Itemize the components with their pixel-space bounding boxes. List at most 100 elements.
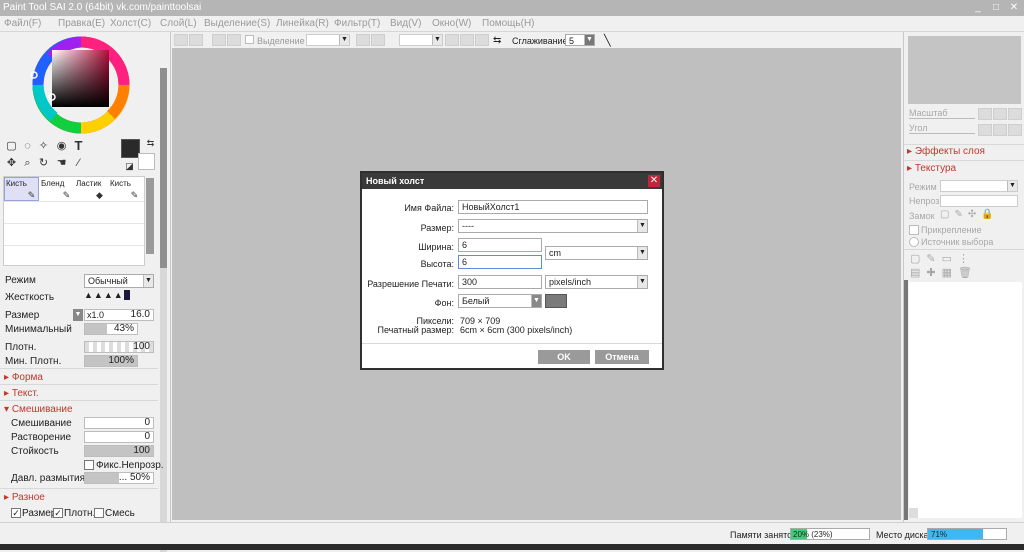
menu-window[interactable]: Окно(W): [432, 18, 471, 29]
zoom-icon[interactable]: ⌕: [21, 157, 34, 170]
menu-file[interactable]: Файл(F): [4, 18, 41, 29]
line-tool-icon[interactable]: ╲: [604, 34, 611, 47]
min-size-slider[interactable]: 43%: [84, 323, 138, 335]
eyedropper-icon[interactable]: ⁄: [72, 157, 85, 170]
layer-list[interactable]: [909, 282, 1022, 518]
toolbar-button[interactable]: [445, 34, 459, 46]
toolbar-button[interactable]: [371, 34, 385, 46]
menu-view[interactable]: Вид(V): [390, 18, 421, 29]
persistence-slider[interactable]: 100: [84, 445, 154, 457]
close-window-button[interactable]: ✕: [1006, 1, 1022, 15]
ok-button[interactable]: OK: [538, 350, 590, 364]
menu-layer[interactable]: Слой(L): [160, 18, 197, 29]
reset-colors-icon[interactable]: ◪: [123, 160, 136, 173]
rotate-left-button[interactable]: [978, 124, 992, 136]
misc-section-header[interactable]: ▸ Разное: [4, 492, 45, 503]
angle-slider[interactable]: [909, 133, 975, 134]
layer-buttons-row1[interactable]: ▢✎▭⋮: [910, 252, 975, 265]
mode-select[interactable]: Обычный ▼: [84, 274, 154, 288]
zoom-out-button[interactable]: [993, 108, 1007, 120]
lasso-icon[interactable]: ◌: [21, 140, 34, 153]
density-pressure-checkbox[interactable]: ✓: [53, 508, 63, 518]
texture-header[interactable]: ▸ Текстура: [907, 163, 956, 174]
scale-slider[interactable]: [909, 118, 975, 119]
toolbar-button[interactable]: [212, 34, 226, 46]
size-slider[interactable]: x1.0 16.0: [84, 309, 154, 321]
width-input[interactable]: 6: [458, 238, 542, 252]
selection-source-checkbox[interactable]: [909, 237, 919, 247]
fix-opacity-checkbox[interactable]: [84, 460, 94, 470]
layer-list-scroll-icon[interactable]: [909, 508, 918, 518]
toolbar-button[interactable]: [189, 34, 203, 46]
dilution-slider[interactable]: 0: [84, 431, 154, 443]
left-panel-scroll-thumb[interactable]: [160, 68, 167, 268]
unit-select[interactable]: cm ▼: [545, 246, 648, 260]
background-color-swatch[interactable]: [138, 153, 155, 170]
resolution-unit-select[interactable]: pixels/inch ▼: [545, 275, 648, 289]
text-tool-icon[interactable]: T: [72, 139, 85, 152]
size-dropdown-icon[interactable]: ▼: [73, 309, 83, 321]
clipping-checkbox[interactable]: [909, 225, 919, 235]
menu-edit[interactable]: Правка(E): [58, 18, 105, 29]
layer-mode-select[interactable]: ▼: [940, 180, 1018, 192]
filename-input[interactable]: НовыйХолст1: [458, 200, 648, 214]
brush-label-4[interactable]: Кисть: [110, 179, 131, 188]
size-preset-select[interactable]: ---- ▼: [458, 219, 648, 233]
brush-label-3[interactable]: Ластик: [76, 179, 101, 188]
rotate-right-button[interactable]: [993, 124, 1007, 136]
flip-icon[interactable]: ⇆: [493, 35, 501, 46]
rotate-reset-button[interactable]: [1008, 124, 1022, 136]
min-density-slider[interactable]: 100%: [84, 355, 138, 367]
magic-wand-icon[interactable]: ✧: [37, 140, 50, 153]
toolbar-select[interactable]: ▼: [306, 34, 350, 46]
resolution-input[interactable]: 300: [458, 275, 542, 289]
menu-canvas[interactable]: Холст(C): [110, 18, 151, 29]
cancel-button[interactable]: Отмена: [595, 350, 649, 364]
brush-label-2[interactable]: Бленд: [41, 179, 64, 188]
layer-buttons-row2[interactable]: ▤✚▦🗑: [910, 266, 978, 279]
background-select[interactable]: Белый ▼: [458, 294, 542, 308]
selection-checkbox[interactable]: [245, 35, 254, 44]
zoom-reset-button[interactable]: [1008, 108, 1022, 120]
move-icon[interactable]: ✥: [5, 157, 18, 170]
smoothing-select[interactable]: 5 ▼: [565, 34, 595, 46]
toolbar-button[interactable]: [356, 34, 370, 46]
menu-filter[interactable]: Фильтр(T): [334, 18, 380, 29]
blur-slider[interactable]: ... 50%: [84, 472, 154, 484]
layer-opacity-slider[interactable]: [940, 195, 1018, 207]
maximize-button[interactable]: □: [988, 1, 1004, 15]
menu-selection[interactable]: Выделение(S): [204, 18, 270, 29]
status-bar: Памяти занято 20% (23%) Место диска 71%: [0, 522, 1024, 544]
menu-ruler[interactable]: Линейка(R): [276, 18, 329, 29]
zoom-in-button[interactable]: [978, 108, 992, 120]
menu-help[interactable]: Помощь(H): [482, 18, 535, 29]
mixing-section-header[interactable]: ▾ Смешивание: [4, 404, 73, 415]
toolbar-button[interactable]: [475, 34, 489, 46]
text-section-header[interactable]: ▸ Текст.: [4, 388, 39, 399]
background-color-swatch[interactable]: [545, 294, 567, 308]
hand-icon[interactable]: ☚: [55, 157, 68, 170]
brush-grid-scrollbar[interactable]: [146, 178, 154, 254]
shape-icon[interactable]: ◉: [55, 140, 68, 153]
toolbar-select[interactable]: ▼: [399, 34, 443, 46]
minimize-button[interactable]: _: [970, 1, 986, 15]
toolbar-button[interactable]: [460, 34, 474, 46]
dialog-close-button[interactable]: ✕: [648, 175, 660, 187]
height-input[interactable]: 6: [458, 255, 542, 269]
toolbar-button[interactable]: [174, 34, 188, 46]
layer-list-splitter[interactable]: [904, 280, 908, 520]
navigator-preview[interactable]: [908, 36, 1021, 104]
layer-effects-header[interactable]: ▸ Эффекты слоя: [907, 146, 985, 157]
mix-pressure-checkbox[interactable]: [94, 508, 104, 518]
swap-colors-icon[interactable]: ⇆: [144, 137, 157, 150]
rect-select-icon[interactable]: ▢: [5, 140, 18, 153]
hardness-selector[interactable]: ▲▲▲▲■: [84, 290, 154, 304]
rotate-icon[interactable]: ↻: [37, 157, 50, 170]
lock-icons[interactable]: ▢✎✣🔒: [940, 209, 999, 220]
color-wheel[interactable]: [26, 35, 136, 135]
form-section-header[interactable]: ▸ Форма: [4, 372, 43, 383]
size-pressure-checkbox[interactable]: ✓: [11, 508, 21, 518]
toolbar-button[interactable]: [227, 34, 241, 46]
mixing-slider[interactable]: 0: [84, 417, 154, 429]
density-slider[interactable]: 100: [84, 341, 154, 353]
